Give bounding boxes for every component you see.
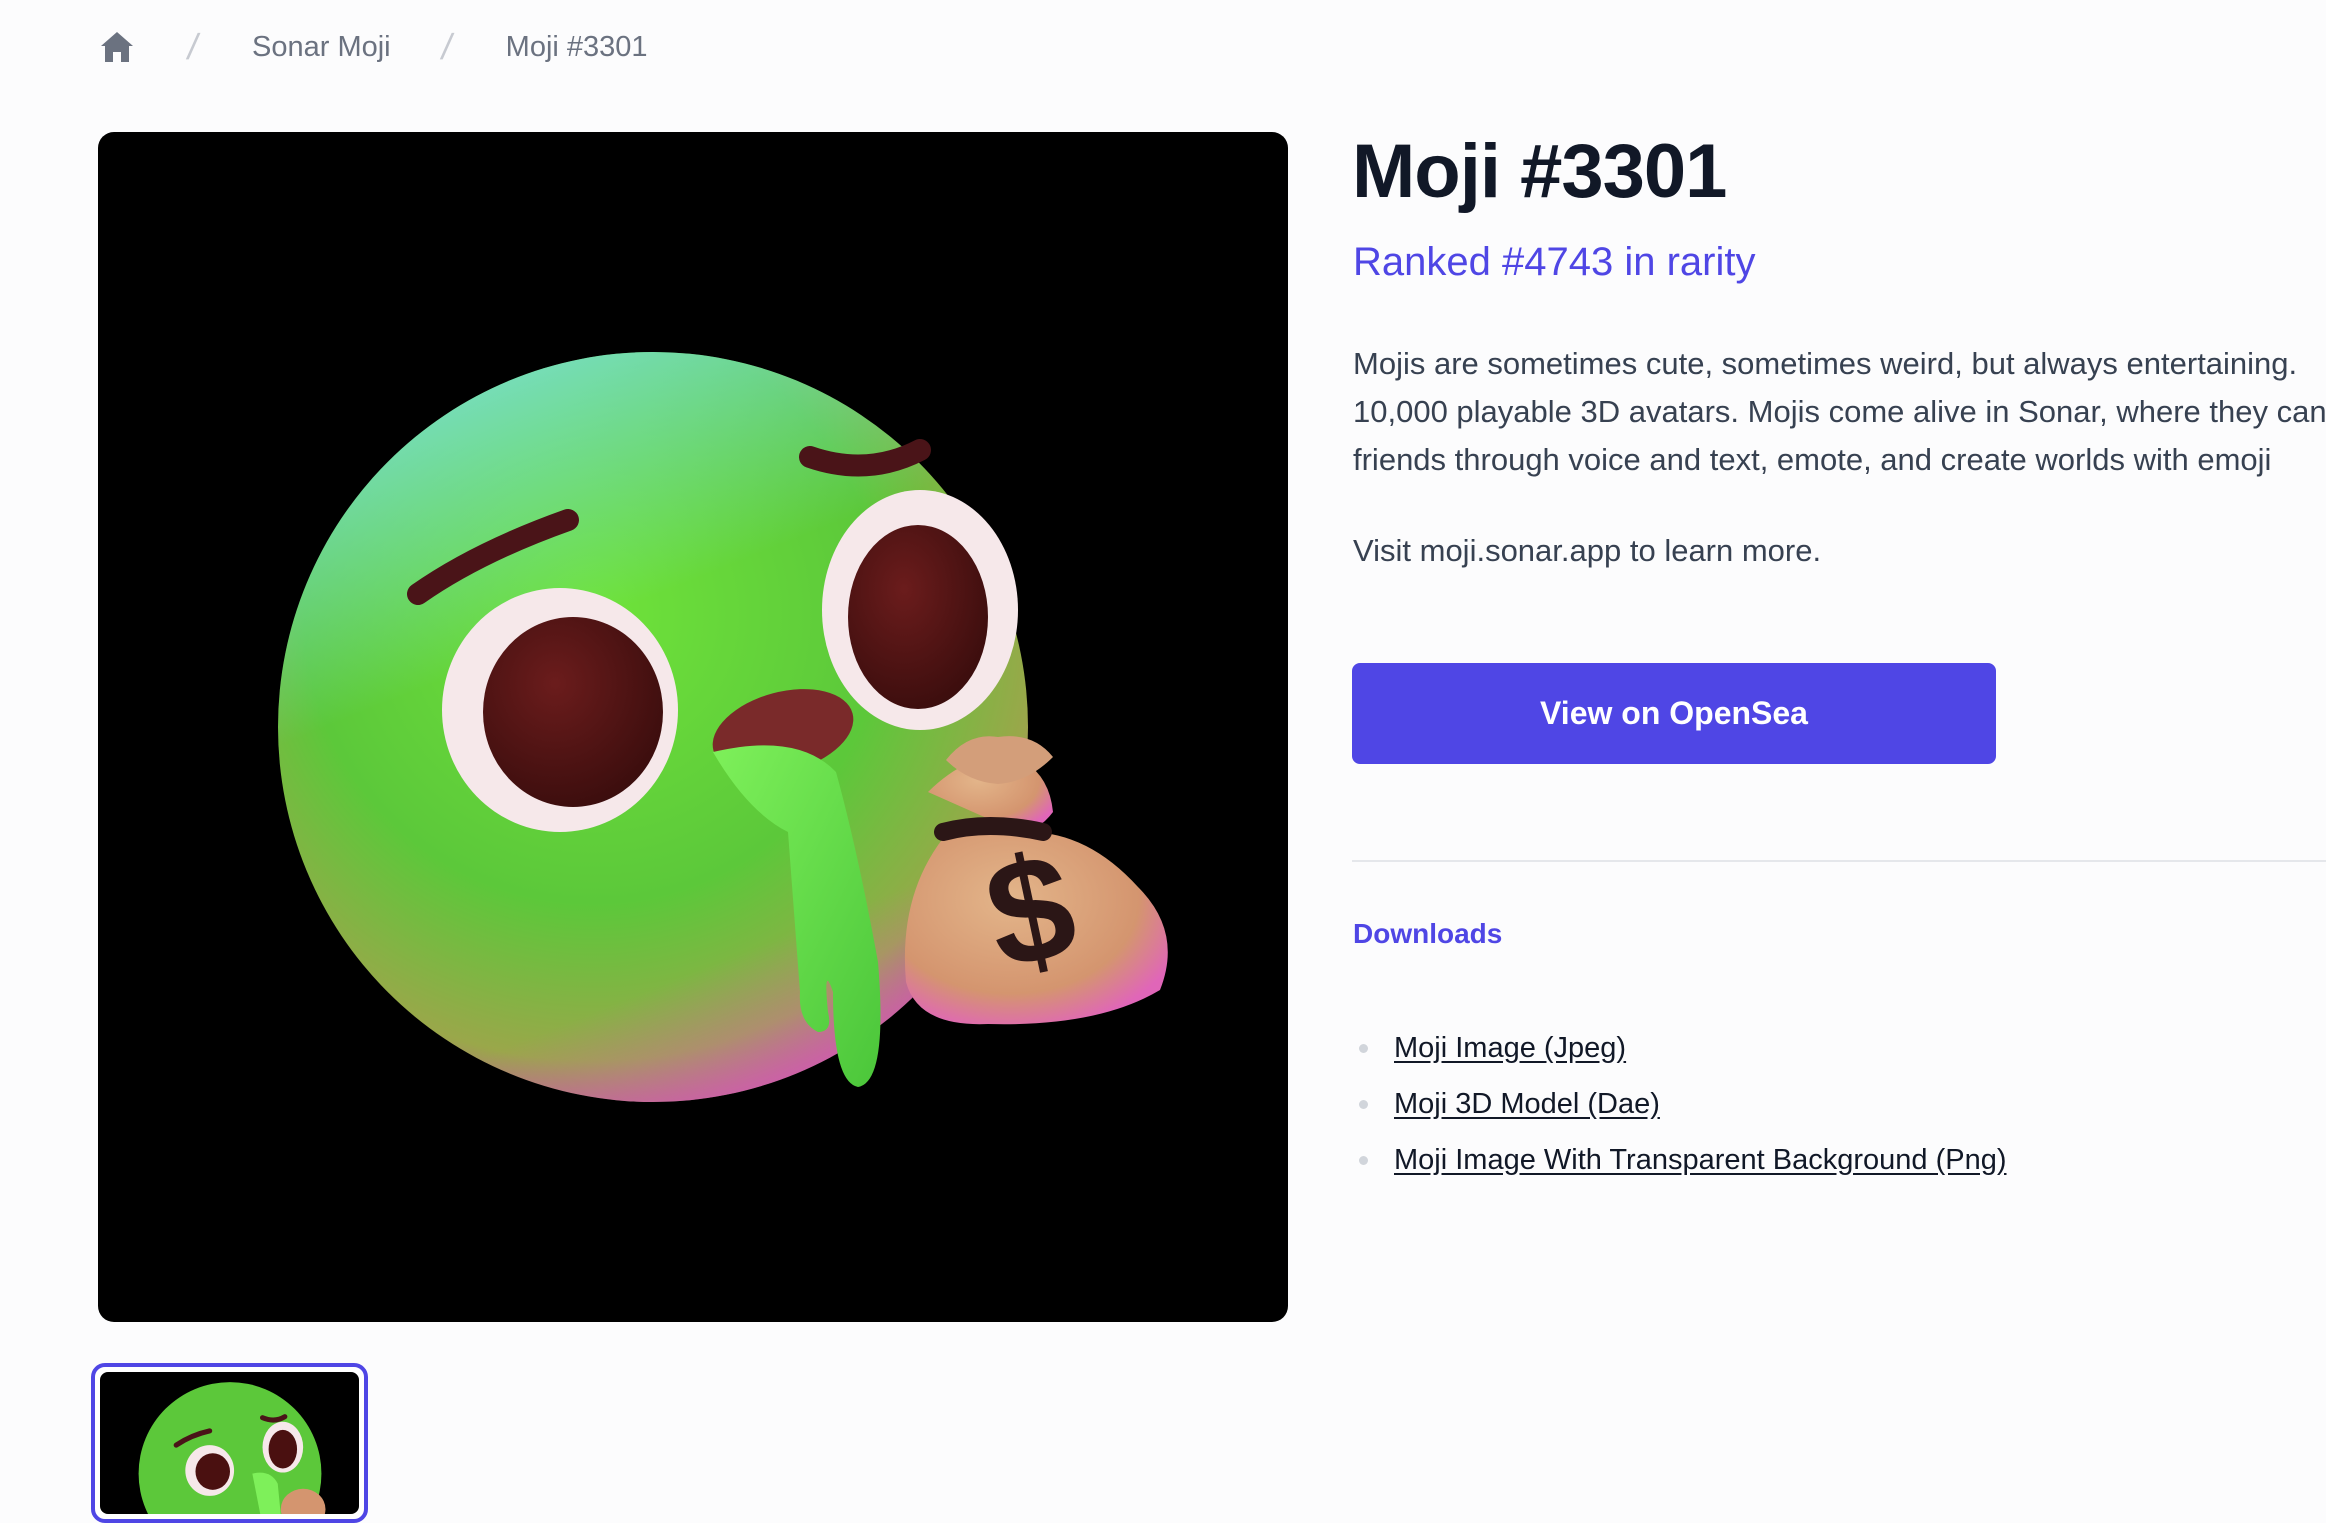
moji-illustration: $ [278,352,1168,1102]
thumbnail-image [100,1372,359,1514]
page-title: Moji #3301 [1352,129,1727,214]
download-link-png[interactable]: Moji Image With Transparent Background (… [1394,1144,2007,1177]
breadcrumb: / Sonar Moji / Moji #3301 [99,22,648,72]
description-line: friends through voice and text, emote, a… [1353,442,2272,477]
rarity-rank: Ranked #4743 in rarity [1353,240,1756,284]
list-item: Moji Image With Transparent Background (… [1353,1132,2007,1188]
description-line: 10,000 playable 3D avatars. Mojis come a… [1353,394,2326,429]
bullet-icon [1359,1099,1368,1109]
list-item: Moji 3D Model (Dae) [1353,1076,2007,1132]
breadcrumb-separator: / [184,26,202,67]
breadcrumb-item-collection[interactable]: Sonar Moji [252,31,391,64]
download-link-jpeg[interactable]: Moji Image (Jpeg) [1394,1032,1626,1065]
breadcrumb-separator: / [438,26,456,67]
download-link-dae[interactable]: Moji 3D Model (Dae) [1394,1088,1660,1121]
downloads-heading: Downloads [1353,918,1503,949]
bullet-icon [1359,1043,1368,1053]
list-item: Moji Image (Jpeg) [1353,1020,2007,1076]
breadcrumb-item-current: Moji #3301 [505,30,648,63]
description-line: Mojis are sometimes cute, sometimes weir… [1353,346,2298,381]
visit-text: Visit moji.sonar.app to learn more. [1353,533,1822,568]
bullet-icon [1359,1155,1368,1165]
section-divider [1352,860,2326,862]
gallery-thumbnail-selected[interactable] [91,1363,368,1523]
product-description: Mojis are sometimes cute, sometimes weir… [1353,340,2326,484]
main-product-image: $ [98,132,1288,1322]
downloads-list: Moji Image (Jpeg) Moji 3D Model (Dae) Mo… [1353,1020,2007,1188]
home-icon[interactable] [99,28,137,66]
view-on-opensea-button[interactable]: View on OpenSea [1352,663,1996,764]
